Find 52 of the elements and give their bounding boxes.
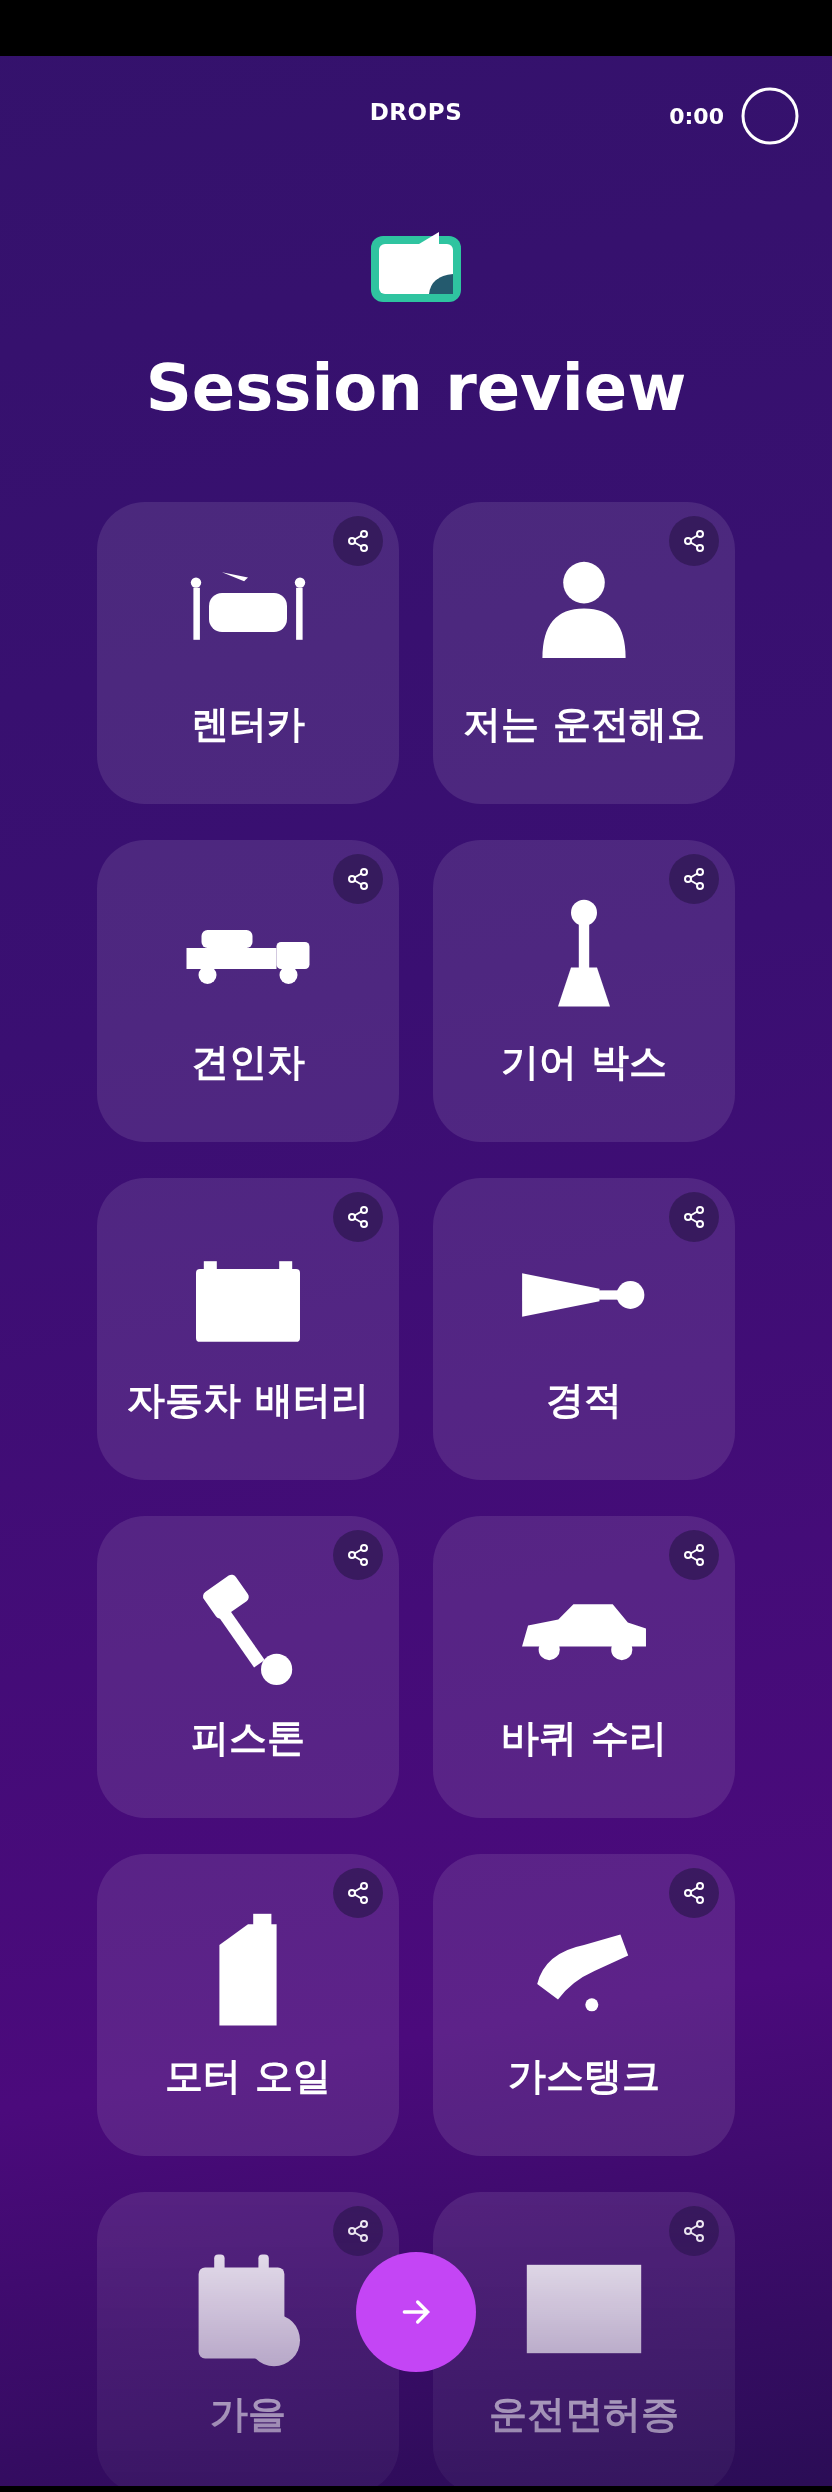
topic-card[interactable]: 저는 운전해요 <box>433 502 735 804</box>
card-label: 가을 <box>210 2391 286 2438</box>
topic-card[interactable]: 가스탱크 <box>433 1854 735 2156</box>
topic-card[interactable]: 견인차 <box>97 840 399 1142</box>
card-label: 견인차 <box>191 1039 305 1086</box>
share-icon <box>682 867 706 891</box>
topic-card[interactable]: 모터 오일 <box>97 1854 399 2156</box>
timer: 0:00 <box>669 102 724 131</box>
share-icon <box>346 2219 370 2243</box>
share-icon <box>346 867 370 891</box>
share-icon <box>682 1881 706 1905</box>
card-label: 경적 <box>546 1377 622 1424</box>
page-title: Session review <box>144 350 688 427</box>
card-label: 기어 박스 <box>501 1039 667 1086</box>
share-icon <box>346 1205 370 1229</box>
share-icon <box>346 529 370 553</box>
share-button[interactable] <box>669 1192 719 1242</box>
card-label: 가스탱크 <box>508 2053 660 2100</box>
share-button[interactable] <box>669 2206 719 2256</box>
share-button[interactable] <box>333 1192 383 1242</box>
topic-card[interactable]: 기어 박스 <box>433 840 735 1142</box>
card-label: 운전면허증 <box>489 2391 679 2438</box>
share-icon <box>346 1881 370 1905</box>
share-button[interactable] <box>669 854 719 904</box>
share-icon <box>682 1543 706 1567</box>
card-label: 피스톤 <box>191 1715 305 1762</box>
share-button[interactable] <box>669 1868 719 1918</box>
share-button[interactable] <box>669 1530 719 1580</box>
topic-card[interactable]: 운전면허증 <box>433 2192 735 2486</box>
card-label: 모터 오일 <box>165 2053 331 2100</box>
share-button[interactable] <box>333 516 383 566</box>
app-title: DROPS <box>369 97 463 127</box>
share-button[interactable] <box>333 2206 383 2256</box>
card-label: 저는 운전해요 <box>463 701 705 748</box>
topic-card[interactable]: 렌터카 <box>97 502 399 804</box>
card-label: 자동차 배터리 <box>127 1377 369 1424</box>
share-icon <box>682 529 706 553</box>
share-icon <box>682 2219 706 2243</box>
topic-card[interactable]: 가을 <box>97 2192 399 2486</box>
share-button[interactable] <box>333 1530 383 1580</box>
share-icon <box>682 1205 706 1229</box>
topic-card[interactable]: 피스톤 <box>97 1516 399 1818</box>
share-button[interactable] <box>333 854 383 904</box>
card-label: 렌터카 <box>191 701 305 748</box>
share-icon <box>346 1543 370 1567</box>
share-button[interactable] <box>669 516 719 566</box>
topic-card[interactable]: 경적 <box>433 1178 735 1480</box>
topic-card[interactable]: 자동차 배터리 <box>97 1178 399 1480</box>
topic-card[interactable]: 바퀴 수리 <box>433 1516 735 1818</box>
card-label: 바퀴 수리 <box>501 1715 667 1762</box>
timer-ring-icon <box>740 86 800 146</box>
share-button[interactable] <box>333 1868 383 1918</box>
